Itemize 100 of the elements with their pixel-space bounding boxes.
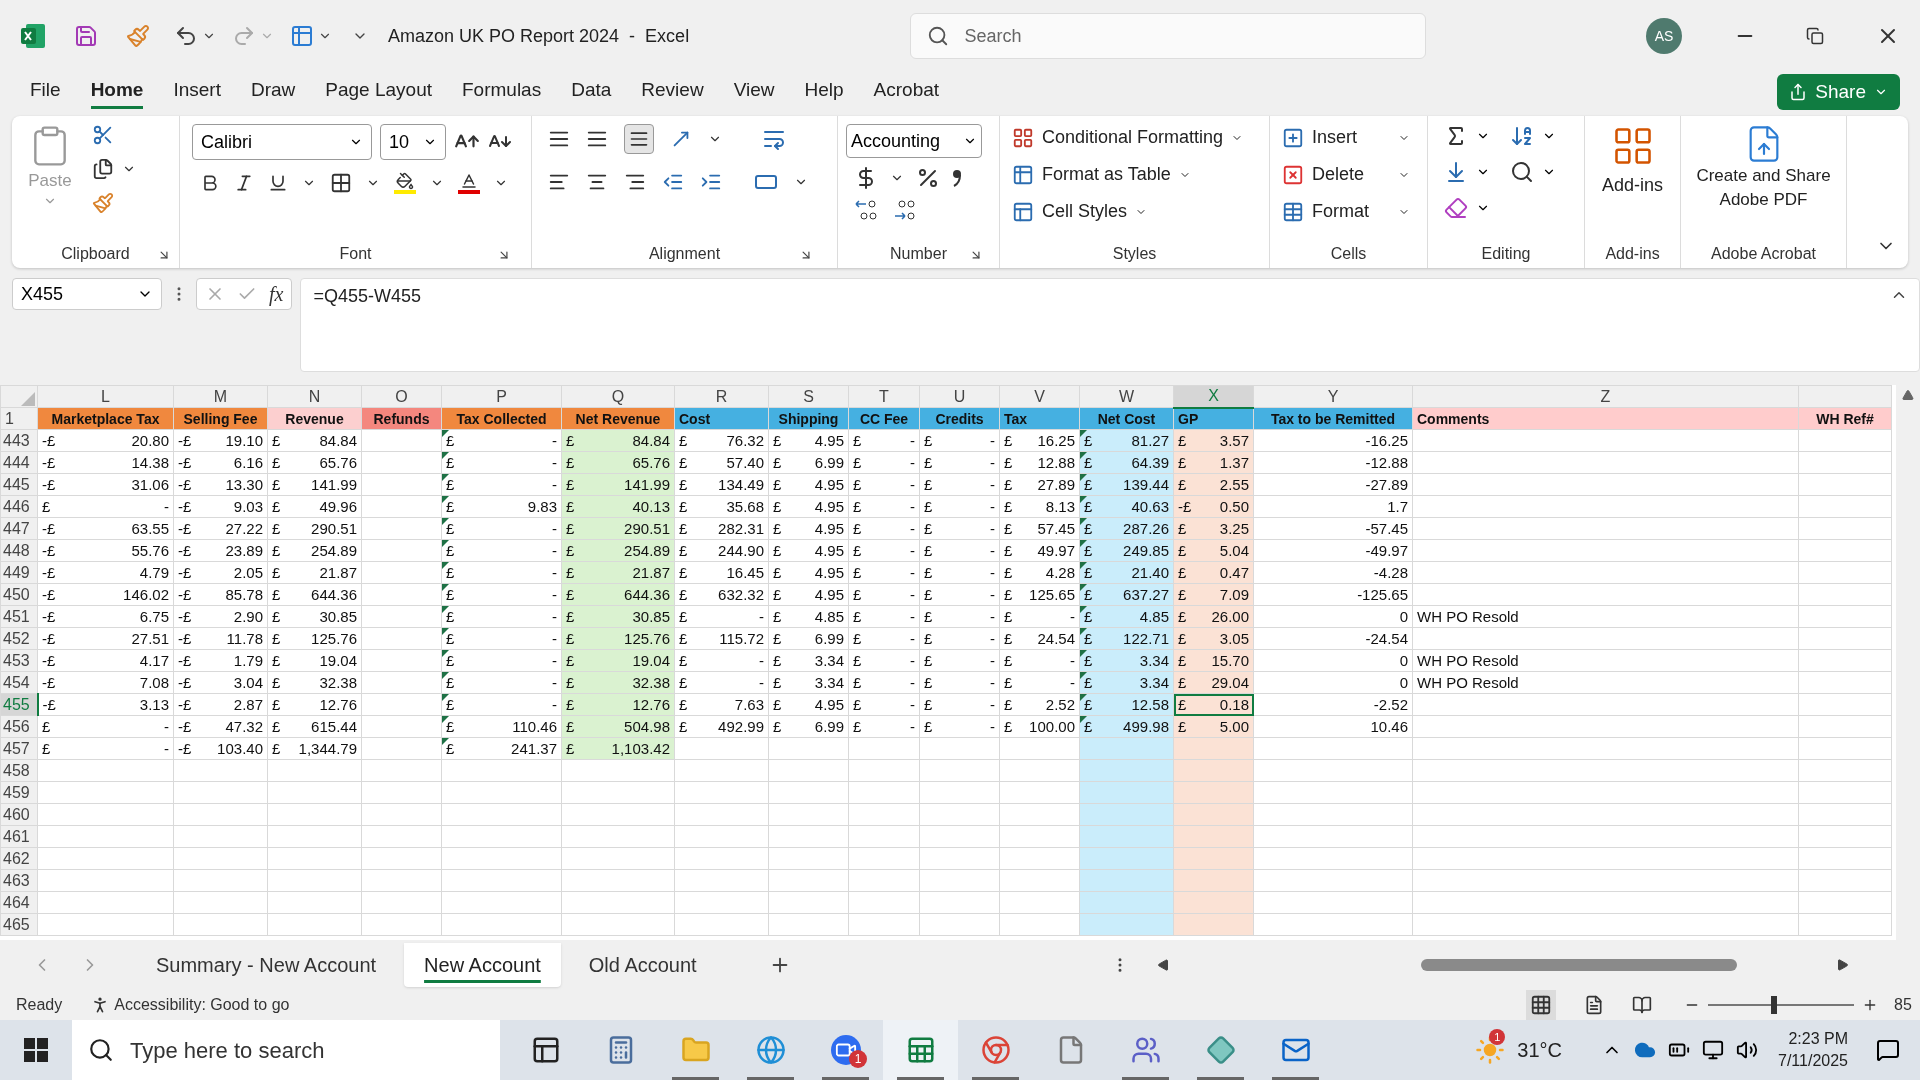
table-cell[interactable]: £ 6.99 bbox=[768, 451, 849, 474]
row-number[interactable]: 455 bbox=[0, 693, 38, 716]
comma-style-icon[interactable] bbox=[952, 169, 962, 187]
table-cell[interactable]: £ 4.95 bbox=[768, 561, 849, 584]
table-cell[interactable]: £ - bbox=[441, 473, 562, 496]
table-cell[interactable]: -£ 20.80 bbox=[37, 429, 174, 452]
table-cell[interactable]: £ 254.89 bbox=[267, 539, 362, 562]
excel-logo-icon[interactable] bbox=[20, 23, 46, 49]
row-number[interactable]: 465 bbox=[0, 913, 38, 936]
volume-icon[interactable] bbox=[1736, 1039, 1758, 1061]
table-cell[interactable]: £ - bbox=[848, 627, 920, 650]
table-cell[interactable]: £ - bbox=[441, 605, 562, 628]
accessibility-status[interactable]: Accessibility: Good to go bbox=[114, 993, 290, 1017]
slider-thumb[interactable] bbox=[1770, 996, 1777, 1014]
table-cell[interactable]: £ 1,344.79 bbox=[267, 737, 362, 760]
table-cell[interactable]: -£ 55.76 bbox=[37, 539, 174, 562]
table-cell[interactable]: -£ 27.51 bbox=[37, 627, 174, 650]
page-layout-view-icon[interactable] bbox=[1584, 995, 1604, 1015]
table-cell[interactable]: £ 282.31 bbox=[674, 517, 769, 540]
column-letter[interactable]: L bbox=[37, 385, 174, 408]
row-number[interactable]: 461 bbox=[0, 825, 38, 848]
row-number[interactable]: 449 bbox=[0, 561, 38, 584]
table-cell[interactable]: £ 4.95 bbox=[768, 539, 849, 562]
table-cell[interactable]: -£ 11.78 bbox=[173, 627, 268, 650]
table-cell[interactable]: £ 16.25 bbox=[999, 429, 1080, 452]
styles-button[interactable]: Format as Table bbox=[1012, 161, 1244, 188]
column-letter[interactable]: M bbox=[173, 385, 268, 408]
table-cell[interactable]: £ 30.85 bbox=[267, 605, 362, 628]
restore-icon[interactable] bbox=[1806, 27, 1824, 45]
table-cell[interactable]: £ - bbox=[37, 715, 174, 738]
network-icon[interactable] bbox=[1702, 1039, 1724, 1061]
table-cell[interactable]: £ - bbox=[441, 627, 562, 650]
table-cell[interactable]: -£ 146.02 bbox=[37, 583, 174, 606]
column-letter[interactable]: W bbox=[1079, 385, 1174, 408]
user-avatar[interactable]: AS bbox=[1646, 18, 1682, 54]
row-number[interactable]: 458 bbox=[0, 759, 38, 782]
menu-tab[interactable]: Acrobat bbox=[873, 75, 940, 109]
table-cell[interactable]: £ - bbox=[441, 649, 562, 672]
paintbrush-icon[interactable] bbox=[126, 24, 150, 48]
sheet-tab[interactable]: New Account bbox=[404, 943, 561, 987]
table-cell[interactable]: £ 241.37 bbox=[441, 737, 562, 760]
undo-icon[interactable] bbox=[174, 24, 198, 48]
styles-button[interactable]: Conditional Formatting bbox=[1012, 124, 1244, 151]
table-cell[interactable]: £ - bbox=[919, 451, 1000, 474]
column-letter[interactable]: S bbox=[768, 385, 849, 408]
cells-button[interactable]: Delete bbox=[1282, 161, 1410, 188]
decrease-decimal-icon[interactable] bbox=[892, 198, 918, 222]
copy-icon[interactable] bbox=[92, 158, 114, 180]
font-color-icon[interactable] bbox=[458, 172, 480, 194]
row-number[interactable]: 463 bbox=[0, 869, 38, 892]
formula-field[interactable]: =Q455-W455 bbox=[300, 278, 1920, 372]
column-letter[interactable]: T bbox=[848, 385, 920, 408]
table-cell[interactable]: £ 6.99 bbox=[768, 627, 849, 650]
page-break-view-icon[interactable] bbox=[1632, 995, 1652, 1015]
table-cell[interactable]: £ 244.90 bbox=[674, 539, 769, 562]
table-cell[interactable]: £ 27.89 bbox=[999, 473, 1080, 496]
table-cell[interactable]: -£ 19.10 bbox=[173, 429, 268, 452]
table-cell[interactable]: £ 76.32 bbox=[674, 429, 769, 452]
row-number[interactable]: 454 bbox=[0, 671, 38, 694]
table-cell[interactable]: £ - bbox=[999, 671, 1080, 694]
table-cell[interactable]: £ - bbox=[848, 671, 920, 694]
styles-button[interactable]: Cell Styles bbox=[1012, 198, 1244, 225]
table-cell[interactable]: -£ 13.30 bbox=[173, 473, 268, 496]
scissors-icon[interactable] bbox=[92, 124, 114, 146]
table-cell[interactable]: -27.89 bbox=[1253, 473, 1413, 496]
table-cell[interactable]: -£ 4.17 bbox=[37, 649, 174, 672]
fill-color-icon[interactable] bbox=[394, 172, 416, 194]
table-cell[interactable]: £ 4.95 bbox=[768, 693, 849, 716]
underline-icon[interactable] bbox=[268, 173, 288, 193]
zoom-in-icon[interactable] bbox=[1862, 997, 1878, 1013]
table-cell[interactable]: -£ 6.16 bbox=[173, 451, 268, 474]
share-button[interactable]: Share bbox=[1777, 74, 1900, 110]
table-cell[interactable]: £ 4.85 bbox=[768, 605, 849, 628]
table-cell[interactable]: £ 141.99 bbox=[267, 473, 362, 496]
table-cell[interactable]: -£ 2.05 bbox=[173, 561, 268, 584]
table-cell[interactable]: -£ 47.32 bbox=[173, 715, 268, 738]
table-cell[interactable]: £ 632.32 bbox=[674, 583, 769, 606]
chrome-icon[interactable] bbox=[980, 1035, 1011, 1065]
notifications-icon[interactable] bbox=[1876, 1038, 1900, 1062]
table-cell[interactable]: £ - bbox=[848, 539, 920, 562]
zoom-slider[interactable] bbox=[1708, 995, 1854, 1015]
sort-icon[interactable] bbox=[1510, 124, 1534, 148]
table-cell[interactable]: WH PO Resold bbox=[1412, 605, 1799, 628]
menu-tab[interactable]: Data bbox=[571, 75, 612, 109]
table-cell[interactable]: £ 7.63 bbox=[674, 693, 769, 716]
table-cell[interactable]: £ - bbox=[674, 605, 769, 628]
table-cell[interactable]: -2.52 bbox=[1253, 693, 1413, 716]
table-cell[interactable]: -£ 3.04 bbox=[173, 671, 268, 694]
table-cell[interactable]: £ 35.68 bbox=[674, 495, 769, 518]
sheet-tab[interactable]: Summary - New Account bbox=[136, 943, 397, 987]
table-cell[interactable]: -£ 27.22 bbox=[173, 517, 268, 540]
people-icon[interactable] bbox=[1130, 1035, 1161, 1065]
row-number[interactable]: 453 bbox=[0, 649, 38, 672]
save-icon[interactable] bbox=[74, 24, 98, 48]
table-cell[interactable]: £ 125.65 bbox=[999, 583, 1080, 606]
table-cell[interactable]: £ - bbox=[848, 605, 920, 628]
table-cell[interactable]: £ 3.34 bbox=[768, 671, 849, 694]
column-letter[interactable]: O bbox=[361, 385, 442, 408]
windows-start-icon[interactable] bbox=[24, 1038, 48, 1062]
normal-view-icon[interactable] bbox=[1526, 990, 1556, 1020]
